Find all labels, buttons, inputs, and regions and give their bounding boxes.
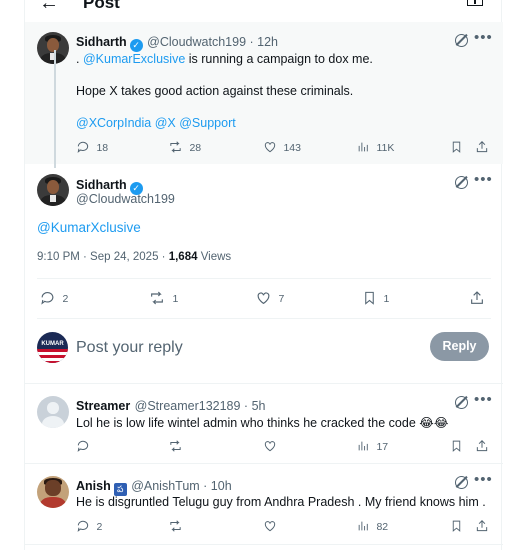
repost-icon — [170, 520, 181, 532]
avatar[interactable] — [37, 32, 69, 64]
reply-post[interactable]: Streamer @Streamer132189 · 5h ••• Lol he… — [25, 384, 503, 463]
heart-icon — [264, 142, 276, 153]
divider — [37, 278, 491, 279]
verified-badge-icon: ✓ — [129, 39, 143, 52]
author-name[interactable]: Anish — [76, 479, 111, 493]
mention-link[interactable]: @KumarExclusive — [83, 52, 185, 66]
repost-icon — [170, 440, 181, 452]
timeline-column: ← Post Sidharth ✓ @Cloudwatch199 · 12h ••… — [24, 0, 503, 550]
bookmark-action[interactable]: 1 — [362, 290, 389, 311]
bookmark-button[interactable] — [450, 140, 463, 159]
thread-line — [54, 50, 56, 168]
views-action[interactable]: 82 — [357, 519, 388, 538]
repost-icon — [170, 141, 181, 153]
composer-avatar[interactable]: KUMAR — [37, 332, 68, 363]
repost-icon — [151, 291, 163, 305]
views-action[interactable]: 17 — [357, 439, 388, 458]
bookmark-icon — [452, 440, 461, 452]
mentions-line: @XCorpIndia @X @Support — [76, 116, 236, 130]
reply-icon — [41, 292, 54, 305]
repost-action[interactable] — [168, 519, 183, 538]
bookmark-icon — [365, 291, 374, 305]
share-icon — [471, 291, 483, 304]
divider — [25, 544, 503, 545]
avatar[interactable] — [37, 396, 69, 428]
more-icon[interactable]: ••• — [474, 391, 493, 408]
author-name[interactable]: Sidharth — [76, 35, 127, 49]
post-text: Lol he is low life wintel admin who thin… — [76, 416, 449, 430]
post-timestamp[interactable]: 9:10 PM · Sep 24, 2025 · 1,684 Views — [37, 251, 231, 263]
bookmark-button[interactable] — [450, 519, 463, 538]
like-action[interactable] — [263, 439, 277, 458]
reply-icon — [77, 520, 89, 532]
views-chart-icon — [358, 521, 368, 531]
reply-action[interactable] — [76, 439, 90, 458]
avatar[interactable] — [37, 476, 69, 508]
heart-icon — [264, 521, 276, 532]
mention-link[interactable]: @XCorpIndia — [76, 116, 151, 130]
reply-action[interactable]: 18 — [76, 140, 108, 159]
grok-icon[interactable] — [455, 396, 468, 409]
share-button[interactable] — [475, 519, 489, 538]
post-text-mention[interactable]: @KumarXclusive — [37, 220, 141, 235]
divider — [37, 318, 491, 319]
share-button[interactable] — [475, 439, 489, 458]
author-handle[interactable]: @Cloudwatch199 — [76, 192, 175, 206]
share-button[interactable] — [475, 140, 489, 159]
author-name[interactable]: Sidharth — [76, 178, 127, 192]
bookmark-button[interactable] — [450, 439, 463, 458]
back-arrow-icon[interactable]: ← — [39, 0, 59, 15]
post-text: He is disgruntled Telugu guy from Andhra… — [76, 495, 486, 509]
page-title: Post — [83, 0, 120, 12]
repost-action[interactable]: 1 — [148, 290, 178, 311]
reply-button[interactable]: Reply — [430, 332, 489, 361]
more-icon[interactable]: ••• — [474, 171, 493, 188]
heart-icon — [264, 441, 276, 452]
views-chart-icon — [358, 142, 368, 152]
handle-time[interactable]: @AnishTum · 10h — [131, 479, 231, 493]
parent-post[interactable]: Sidharth ✓ @Cloudwatch199 · 12h ••• . @Ku… — [25, 22, 503, 164]
reply-input[interactable]: Post your reply — [76, 339, 183, 357]
views-action[interactable]: 11K — [357, 140, 394, 159]
bookmark-icon — [452, 520, 461, 532]
more-icon[interactable]: ••• — [474, 471, 493, 488]
bookmark-icon — [452, 141, 461, 153]
reply-action[interactable]: 2 — [76, 519, 102, 538]
share-button[interactable] — [469, 290, 485, 311]
views-chart-icon — [358, 441, 368, 451]
grok-icon[interactable] — [455, 176, 468, 189]
reply-icon — [77, 141, 89, 153]
reply-icon — [77, 440, 89, 452]
like-action[interactable]: 7 — [255, 290, 284, 311]
grok-icon[interactable] — [455, 476, 468, 489]
more-icon[interactable]: ••• — [474, 29, 493, 46]
repost-action[interactable] — [168, 439, 183, 458]
share-icon — [476, 520, 488, 532]
mention-link[interactable]: @Support — [179, 116, 235, 130]
share-icon — [476, 440, 488, 452]
like-action[interactable] — [263, 519, 277, 538]
heart-icon — [257, 292, 270, 305]
grok-icon[interactable] — [455, 34, 468, 47]
post-text-line2: Hope X takes good action against these c… — [76, 84, 354, 98]
avatar[interactable] — [37, 174, 69, 206]
like-action[interactable]: 143 — [263, 140, 301, 159]
repost-action[interactable]: 28 — [168, 140, 201, 159]
reply-action[interactable]: 2 — [39, 290, 68, 311]
handle-time[interactable]: @Streamer132189 · 5h — [135, 399, 266, 413]
share-icon — [476, 141, 488, 153]
post-text-line1: . @KumarExclusive is running a campaign … — [76, 52, 373, 66]
author-name[interactable]: Streamer — [76, 399, 130, 413]
handle-time[interactable]: @Cloudwatch199 · 12h — [147, 35, 278, 49]
reader-mode-icon[interactable] — [467, 0, 483, 6]
mention-link[interactable]: @X — [155, 116, 176, 130]
reply-post[interactable]: Anish ప @AnishTum · 10h ••• He is disgrun… — [25, 464, 503, 544]
